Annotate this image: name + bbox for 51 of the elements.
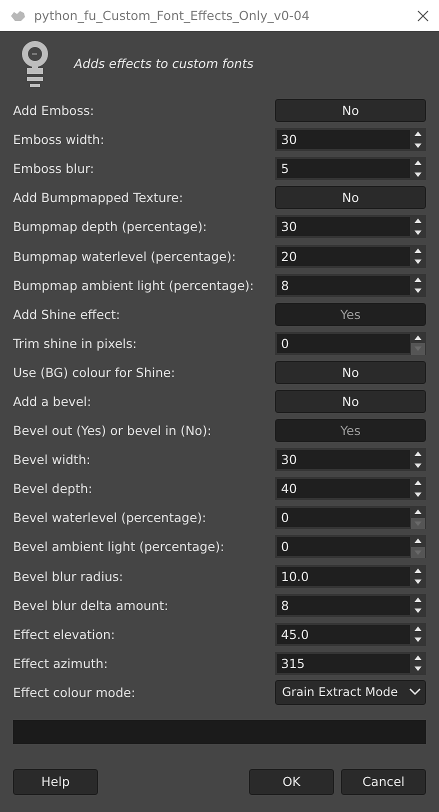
dialog-description: Adds effects to custom fonts bbox=[74, 56, 254, 71]
parameter-label: Add Emboss: bbox=[13, 103, 94, 118]
parameter-label: Add a bevel: bbox=[13, 394, 92, 409]
parameter-label: Emboss blur: bbox=[13, 161, 94, 176]
parameter-label: Bumpmap ambient light (percentage): bbox=[13, 278, 254, 293]
number-field[interactable]: 30 bbox=[277, 130, 410, 150]
parameter-label: Effect azimuth: bbox=[13, 656, 108, 671]
number-field[interactable]: 20 bbox=[277, 246, 410, 266]
number-field[interactable]: 0 bbox=[277, 508, 410, 528]
parameter-label: Bevel blur delta amount: bbox=[13, 598, 168, 613]
number-field[interactable]: 8 bbox=[277, 596, 410, 615]
parameter-label: Bevel waterlevel (percentage): bbox=[13, 510, 206, 526]
lightbulb-icon bbox=[22, 40, 48, 88]
number-field[interactable]: 8 bbox=[277, 276, 410, 295]
toggle-button[interactable]: No bbox=[275, 99, 426, 122]
parameter-label: Add Shine effect: bbox=[13, 306, 120, 322]
parameter-label: Emboss width: bbox=[13, 132, 104, 148]
caret-icon bbox=[409, 688, 421, 696]
mode-dropdown[interactable]: Grain Extract Mode bbox=[275, 680, 426, 705]
toggle-button[interactable]: Yes bbox=[275, 302, 426, 326]
parameter-label: Bumpmap depth (percentage): bbox=[13, 219, 207, 234]
help-button[interactable]: Help bbox=[13, 768, 98, 795]
parameter-label: Trim shine in pixels: bbox=[13, 336, 137, 351]
number-field[interactable]: 45.0 bbox=[277, 624, 410, 644]
parameter-label: Bevel blur radius: bbox=[13, 568, 124, 584]
number-field[interactable]: 10.0 bbox=[277, 566, 410, 586]
parameter-label: Effect colour mode: bbox=[13, 684, 136, 700]
ok-button[interactable]: OK bbox=[249, 768, 334, 795]
parameter-label: Bumpmap waterlevel (percentage): bbox=[13, 248, 236, 264]
toggle-button[interactable]: No bbox=[275, 390, 426, 413]
parameter-label: Effect elevation: bbox=[13, 626, 116, 642]
window-title: python_fu_Custom_Font_Effects_Only_v0-04 bbox=[34, 8, 311, 23]
close-icon[interactable] bbox=[417, 10, 429, 22]
number-field[interactable]: 0 bbox=[277, 537, 410, 556]
number-field[interactable]: 30 bbox=[277, 217, 410, 236]
parameter-label: Bevel depth: bbox=[13, 481, 92, 496]
number-field[interactable]: 5 bbox=[277, 159, 410, 178]
parameter-label: Use (BG) colour for Shine: bbox=[13, 364, 176, 380]
number-field[interactable]: 40 bbox=[277, 479, 410, 498]
number-field[interactable]: 0 bbox=[277, 334, 410, 353]
parameter-label: Bevel width: bbox=[13, 452, 90, 468]
parameter-label: Bevel ambient light (percentage): bbox=[13, 539, 224, 554]
app-icon bbox=[10, 10, 26, 22]
toggle-button[interactable]: No bbox=[275, 186, 426, 210]
parameter-label: Bevel out (Yes) or bevel in (No): bbox=[13, 423, 212, 438]
number-field[interactable]: 30 bbox=[277, 450, 410, 470]
cancel-button[interactable]: Cancel bbox=[341, 768, 426, 795]
parameter-label: Add Bumpmapped Texture: bbox=[13, 190, 184, 206]
toggle-button[interactable]: Yes bbox=[275, 419, 426, 442]
number-field[interactable]: 315 bbox=[277, 654, 410, 673]
toggle-button[interactable]: No bbox=[275, 360, 426, 384]
